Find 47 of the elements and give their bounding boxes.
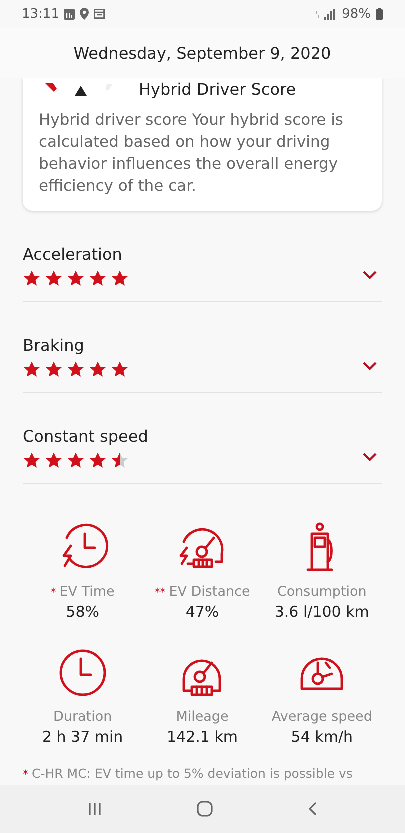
star-icon: [67, 270, 85, 287]
star-icon: [111, 270, 129, 287]
stat-value: 2 h 37 min: [42, 728, 124, 746]
stat-value: 58%: [66, 603, 100, 621]
star-icon: [67, 361, 85, 378]
star-icon: [23, 270, 41, 287]
star-icon: [89, 361, 107, 378]
rating-label: Constant speed: [23, 427, 148, 446]
battery-percentage: 98%: [342, 6, 371, 22]
star-icon: [23, 361, 41, 378]
back-icon[interactable]: [306, 801, 318, 817]
recent-apps-icon[interactable]: [86, 801, 102, 817]
signal-icon: [315, 8, 338, 20]
star-icon: [111, 452, 129, 469]
app-notification-icon: [64, 8, 76, 20]
stat-label: * EV Time: [50, 584, 115, 600]
footnote-text: * C-HR MC: EV time up to 5% deviation is possible vs: [23, 766, 354, 781]
home-icon[interactable]: [196, 800, 214, 818]
card-description: Hybrid driver score Your hybrid score is calculated based on how your driving behavior influences the overall energy efficiency of the car.: [39, 110, 344, 197]
star-icon: [45, 361, 63, 378]
stat-value: 3.6 l/100 km: [274, 603, 370, 621]
calendar-icon: [94, 9, 106, 19]
star-icon: [45, 452, 63, 469]
date-title: Wednesday, September 9, 2020: [74, 44, 332, 62]
stat-value: 142.1 km: [166, 728, 238, 746]
rating-label: Braking: [23, 336, 86, 355]
star-icon: [23, 452, 41, 469]
expand-chevron[interactable]: [362, 361, 378, 371]
stat-label: Average speed: [272, 709, 372, 725]
expand-chevron[interactable]: [362, 270, 378, 280]
expand-chevron[interactable]: [362, 452, 378, 462]
stat-label: ** EV Distance: [154, 584, 250, 600]
star-icon: [89, 452, 107, 469]
star-icon: [67, 452, 85, 469]
stat-label: Duration: [54, 709, 112, 725]
stat-label: Consumption: [277, 584, 367, 600]
star-icon: [111, 361, 129, 378]
stat-label: Mileage: [176, 709, 229, 725]
rating-label: Acceleration: [23, 245, 124, 264]
stat-value: 47%: [186, 603, 220, 621]
battery-icon: [376, 8, 383, 20]
status-time: 13:11: [22, 6, 60, 22]
star-icon: [45, 270, 63, 287]
stat-value: 54 km/h: [291, 728, 354, 746]
location-icon: [80, 8, 90, 20]
card-title: Hybrid Driver Score: [139, 80, 296, 99]
star-icon: [89, 270, 107, 287]
